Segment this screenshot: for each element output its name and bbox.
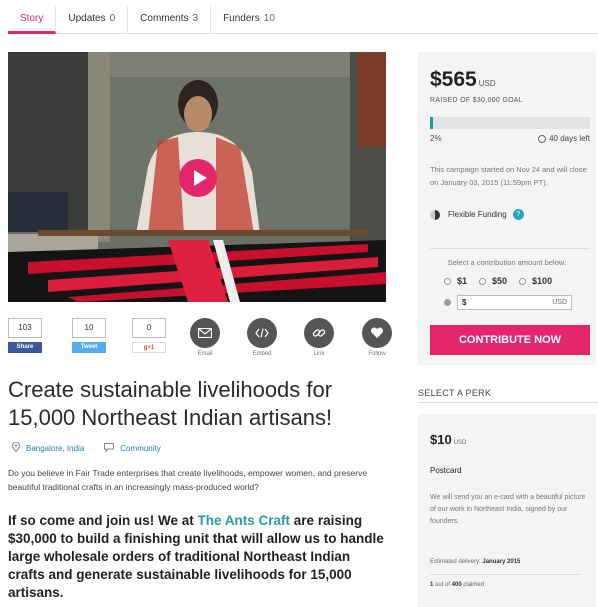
contribution-select-label: Select a contribution amount below: [447,258,567,267]
tab-label: Updates [68,12,106,24]
pitch-text-start: If so come and join us! We at [8,513,198,528]
days-left: 40 days left [538,134,590,143]
follow-label: Follow [368,351,386,357]
tab-funders[interactable]: Funders 10 [211,6,287,34]
code-icon [247,318,277,348]
twitter-share-label: Tweet [72,342,106,353]
contribution-options: $1 $50 $100 [444,276,564,286]
project-category[interactable]: Community [120,444,160,453]
help-icon[interactable]: ? [512,209,524,220]
project-pitch: If so come and join us! We at The Ants C… [8,512,388,602]
tab-count: 0 [109,12,116,24]
funding-progress-fill [430,117,434,129]
contribution-option[interactable]: $100 [519,276,552,286]
tab-count: 3 [192,12,199,24]
tab-count: 10 [263,12,275,24]
ants-craft-link[interactable]: The Ants Craft [198,513,291,528]
radio-icon [519,277,527,285]
radio-icon[interactable] [444,299,451,306]
gplus-share-label: g+1 [132,342,166,353]
play-icon [193,170,207,186]
twitter-share[interactable]: 10 Tweet [72,318,106,353]
embed-label: Embed [252,351,272,357]
project-meta: Bangalore, India Community [11,441,161,454]
funding-type: Flexible Funding? [430,209,524,220]
raised-amount: $565 USD [430,68,496,92]
email-label: Email [197,351,213,357]
perk-delivery-value: January 2015 [482,559,521,565]
tab-story[interactable]: Story [8,5,57,34]
perk-claimed-of: out of [433,582,452,588]
gplus-share[interactable]: 0 g+1 [132,318,166,353]
raised-amount-value: $565 [430,68,477,91]
play-button[interactable] [179,159,217,197]
funding-type-label: Flexible Funding [448,210,507,219]
custom-amount-row: $ USD [444,295,572,310]
divider [430,574,580,575]
contribution-option-label: $50 [492,276,508,286]
link-button[interactable]: Link [299,318,339,357]
contribute-now-button[interactable]: CONTRIBUTE NOW [430,325,590,355]
custom-amount-currency: USD [552,299,567,306]
heart-icon [362,318,392,348]
funding-progress-bar [430,117,590,129]
contribution-option-label: $100 [532,276,553,286]
follow-button[interactable]: Follow [357,318,397,357]
tab-updates[interactable]: Updates 0 [56,5,129,34]
custom-amount-prefix: $ [462,298,467,307]
funding-percent: 2% [430,134,442,143]
perk-delivery-label: Estimated delivery: [430,559,481,565]
days-left-text: 40 days left [549,134,590,143]
perk-description: We will send you an e-card with a beauti… [430,494,586,525]
project-location[interactable]: Bangalore, India [26,444,84,453]
perk-delivery: Estimated delivery: January 2015 [430,559,520,565]
contribution-option[interactable]: $1 [444,276,467,286]
perk-card[interactable]: $10 USD Postcard We will send you an e-ca… [418,414,596,607]
embed-button[interactable]: Embed [242,318,282,357]
raised-goal-text: RAISED OF $30,000 GOAL [430,97,523,104]
raised-currency: USD [478,79,496,88]
funding-panel: $565 USD RAISED OF $30,000 GOAL 2% 40 day… [418,52,596,365]
tab-label: Comments [140,12,189,24]
project-video[interactable] [8,52,386,302]
perk-claimed-total: 400 [451,582,462,588]
gplus-share-count: 0 [132,318,166,338]
contribution-option[interactable]: $50 [479,276,507,286]
facebook-share[interactable]: 103 Share [8,318,42,353]
facebook-share-count: 103 [8,318,42,338]
tab-label: Funders [223,12,260,24]
radio-icon [479,277,487,285]
envelope-icon [190,318,220,348]
tab-label: Story [20,12,44,24]
perk-claimed-suffix: claimed [461,582,485,588]
clock-icon [538,134,547,143]
divider [430,248,590,249]
project-title: Create sustainable livelihoods for 15,00… [8,377,333,430]
project-tabs: Story Updates 0 Comments 3 Funders 10 [8,5,598,34]
location-pin-icon [11,441,21,454]
radio-icon [444,277,451,285]
tab-comments[interactable]: Comments 3 [128,5,212,34]
custom-amount-input[interactable]: $ USD [457,295,572,310]
perk-claimed: 1 out of 400 claimed [430,582,484,588]
campaign-dates: This campaign started on Nov 24 and will… [430,165,587,187]
perk-amount-value: $10 [430,432,452,447]
perk-currency: USD [453,440,467,446]
link-label: Link [313,351,325,357]
contribution-option-label: $1 [457,276,468,286]
twitter-share-count: 10 [72,318,106,338]
divider [418,402,598,403]
social-share-row: 103 Share 10 Tweet 0 g+1 Email Embed Lin… [8,318,392,358]
flexible-funding-icon [430,209,440,220]
facebook-share-label: Share [8,342,42,353]
category-chat-icon [104,442,115,454]
perk-amount: $10 USD [430,432,466,447]
link-icon [304,318,334,348]
perk-title: Postcard [430,466,462,475]
email-button[interactable]: Email [185,318,225,357]
project-blurb: Do you believe in Fair Trade enterprises… [8,468,368,492]
perks-heading: SELECT A PERK [418,388,492,398]
